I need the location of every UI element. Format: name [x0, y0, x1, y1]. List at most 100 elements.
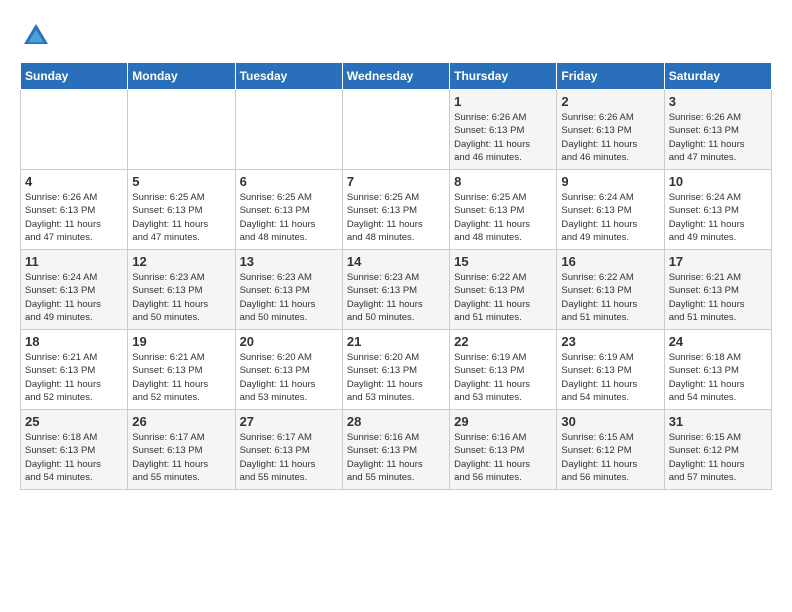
day-number: 29: [454, 414, 552, 429]
calendar-cell: 14 Sunrise: 6:23 AM Sunset: 6:13 PM Dayli…: [342, 250, 449, 330]
day-info: Sunrise: 6:21 AM Sunset: 6:13 PM Dayligh…: [25, 351, 123, 404]
calendar-cell: 7 Sunrise: 6:25 AM Sunset: 6:13 PM Daylig…: [342, 170, 449, 250]
day-info: Sunrise: 6:24 AM Sunset: 6:13 PM Dayligh…: [25, 271, 123, 324]
calendar-cell: 6Sunrise: 6:25 AM Sunset: 6:13 PM Daylig…: [235, 170, 342, 250]
day-number: 18: [25, 334, 123, 349]
calendar-week-3: 11 Sunrise: 6:24 AM Sunset: 6:13 PM Dayli…: [21, 250, 772, 330]
day-number: 15: [454, 254, 552, 269]
day-info: Sunrise: 6:24 AM Sunset: 6:13 PM Dayligh…: [669, 191, 767, 244]
calendar-cell: 15 Sunrise: 6:22 AM Sunset: 6:13 PM Dayli…: [450, 250, 557, 330]
day-number: 30: [561, 414, 659, 429]
day-info: Sunrise: 6:25 AM Sunset: 6:13 PM Dayligh…: [132, 191, 230, 244]
day-number: 14: [347, 254, 445, 269]
day-number: 26: [132, 414, 230, 429]
calendar-cell: 4 Sunrise: 6:26 AM Sunset: 6:13 PM Daylig…: [21, 170, 128, 250]
calendar-cell: 26 Sunrise: 6:17 AM Sunset: 6:13 PM Dayli…: [128, 410, 235, 490]
day-number: 2: [561, 94, 659, 109]
day-number: 16: [561, 254, 659, 269]
day-info: Sunrise: 6:22 AM Sunset: 6:13 PM Dayligh…: [561, 271, 659, 324]
calendar-cell: 8Sunrise: 6:25 AM Sunset: 6:13 PM Daylig…: [450, 170, 557, 250]
logo: [20, 20, 56, 52]
calendar-cell: 5 Sunrise: 6:25 AM Sunset: 6:13 PM Daylig…: [128, 170, 235, 250]
day-info: Sunrise: 6:20 AM Sunset: 6:13 PM Dayligh…: [240, 351, 338, 404]
day-number: 27: [240, 414, 338, 429]
header-saturday: Saturday: [664, 63, 771, 90]
header-thursday: Thursday: [450, 63, 557, 90]
day-info: Sunrise: 6:26 AM Sunset: 6:13 PM Dayligh…: [25, 191, 123, 244]
day-number: 10: [669, 174, 767, 189]
calendar-cell: 10 Sunrise: 6:24 AM Sunset: 6:13 PM Dayli…: [664, 170, 771, 250]
calendar-week-1: 1Sunrise: 6:26 AM Sunset: 6:13 PM Daylig…: [21, 90, 772, 170]
day-number: 17: [669, 254, 767, 269]
logo-icon: [20, 20, 52, 52]
day-info: Sunrise: 6:19 AM Sunset: 6:13 PM Dayligh…: [454, 351, 552, 404]
day-info: Sunrise: 6:21 AM Sunset: 6:13 PM Dayligh…: [132, 351, 230, 404]
day-info: Sunrise: 6:19 AM Sunset: 6:13 PM Dayligh…: [561, 351, 659, 404]
calendar-cell: 20Sunrise: 6:20 AM Sunset: 6:13 PM Dayli…: [235, 330, 342, 410]
header-friday: Friday: [557, 63, 664, 90]
day-number: 23: [561, 334, 659, 349]
day-info: Sunrise: 6:16 AM Sunset: 6:13 PM Dayligh…: [454, 431, 552, 484]
header-monday: Monday: [128, 63, 235, 90]
calendar-cell: 29 Sunrise: 6:16 AM Sunset: 6:13 PM Dayli…: [450, 410, 557, 490]
day-number: 22: [454, 334, 552, 349]
day-info: Sunrise: 6:23 AM Sunset: 6:13 PM Dayligh…: [132, 271, 230, 324]
day-number: 13: [240, 254, 338, 269]
header-sunday: Sunday: [21, 63, 128, 90]
day-info: Sunrise: 6:21 AM Sunset: 6:13 PM Dayligh…: [669, 271, 767, 324]
header-tuesday: Tuesday: [235, 63, 342, 90]
calendar-cell: 19 Sunrise: 6:21 AM Sunset: 6:13 PM Dayli…: [128, 330, 235, 410]
day-number: 11: [25, 254, 123, 269]
calendar-cell: [342, 90, 449, 170]
day-info: Sunrise: 6:17 AM Sunset: 6:13 PM Dayligh…: [240, 431, 338, 484]
page-header: [20, 20, 772, 52]
calendar-cell: 23 Sunrise: 6:19 AM Sunset: 6:13 PM Dayli…: [557, 330, 664, 410]
day-number: 7: [347, 174, 445, 189]
day-info: Sunrise: 6:26 AM Sunset: 6:13 PM Dayligh…: [669, 111, 767, 164]
calendar-cell: 31 Sunrise: 6:15 AM Sunset: 6:12 PM Dayli…: [664, 410, 771, 490]
day-info: Sunrise: 6:17 AM Sunset: 6:13 PM Dayligh…: [132, 431, 230, 484]
day-number: 9: [561, 174, 659, 189]
calendar-week-5: 25Sunrise: 6:18 AM Sunset: 6:13 PM Dayli…: [21, 410, 772, 490]
header-wednesday: Wednesday: [342, 63, 449, 90]
day-number: 3: [669, 94, 767, 109]
day-info: Sunrise: 6:25 AM Sunset: 6:13 PM Dayligh…: [347, 191, 445, 244]
day-info: Sunrise: 6:20 AM Sunset: 6:13 PM Dayligh…: [347, 351, 445, 404]
calendar-cell: 22 Sunrise: 6:19 AM Sunset: 6:13 PM Dayli…: [450, 330, 557, 410]
day-number: 6: [240, 174, 338, 189]
calendar-cell: 18 Sunrise: 6:21 AM Sunset: 6:13 PM Dayli…: [21, 330, 128, 410]
calendar-cell: 30 Sunrise: 6:15 AM Sunset: 6:12 PM Dayli…: [557, 410, 664, 490]
calendar-cell: 2 Sunrise: 6:26 AM Sunset: 6:13 PM Daylig…: [557, 90, 664, 170]
calendar-cell: [235, 90, 342, 170]
calendar-cell: 1Sunrise: 6:26 AM Sunset: 6:13 PM Daylig…: [450, 90, 557, 170]
day-number: 8: [454, 174, 552, 189]
day-info: Sunrise: 6:23 AM Sunset: 6:13 PM Dayligh…: [347, 271, 445, 324]
day-number: 12: [132, 254, 230, 269]
day-info: Sunrise: 6:15 AM Sunset: 6:12 PM Dayligh…: [561, 431, 659, 484]
calendar-table: SundayMondayTuesdayWednesdayThursdayFrid…: [20, 62, 772, 490]
day-info: Sunrise: 6:22 AM Sunset: 6:13 PM Dayligh…: [454, 271, 552, 324]
calendar-cell: 17 Sunrise: 6:21 AM Sunset: 6:13 PM Dayli…: [664, 250, 771, 330]
day-number: 19: [132, 334, 230, 349]
day-number: 5: [132, 174, 230, 189]
calendar-cell: 24Sunrise: 6:18 AM Sunset: 6:13 PM Dayli…: [664, 330, 771, 410]
calendar-cell: 9Sunrise: 6:24 AM Sunset: 6:13 PM Daylig…: [557, 170, 664, 250]
day-info: Sunrise: 6:26 AM Sunset: 6:13 PM Dayligh…: [454, 111, 552, 164]
day-info: Sunrise: 6:26 AM Sunset: 6:13 PM Dayligh…: [561, 111, 659, 164]
calendar-cell: 28Sunrise: 6:16 AM Sunset: 6:13 PM Dayli…: [342, 410, 449, 490]
calendar-cell: 25Sunrise: 6:18 AM Sunset: 6:13 PM Dayli…: [21, 410, 128, 490]
day-number: 25: [25, 414, 123, 429]
day-number: 31: [669, 414, 767, 429]
calendar-header-row: SundayMondayTuesdayWednesdayThursdayFrid…: [21, 63, 772, 90]
day-info: Sunrise: 6:15 AM Sunset: 6:12 PM Dayligh…: [669, 431, 767, 484]
calendar-cell: 16 Sunrise: 6:22 AM Sunset: 6:13 PM Dayli…: [557, 250, 664, 330]
day-number: 4: [25, 174, 123, 189]
day-number: 24: [669, 334, 767, 349]
calendar-week-4: 18 Sunrise: 6:21 AM Sunset: 6:13 PM Dayli…: [21, 330, 772, 410]
calendar-cell: 11 Sunrise: 6:24 AM Sunset: 6:13 PM Dayli…: [21, 250, 128, 330]
calendar-week-2: 4 Sunrise: 6:26 AM Sunset: 6:13 PM Daylig…: [21, 170, 772, 250]
calendar-cell: [128, 90, 235, 170]
day-info: Sunrise: 6:16 AM Sunset: 6:13 PM Dayligh…: [347, 431, 445, 484]
calendar-cell: 13Sunrise: 6:23 AM Sunset: 6:13 PM Dayli…: [235, 250, 342, 330]
calendar-cell: 3 Sunrise: 6:26 AM Sunset: 6:13 PM Daylig…: [664, 90, 771, 170]
